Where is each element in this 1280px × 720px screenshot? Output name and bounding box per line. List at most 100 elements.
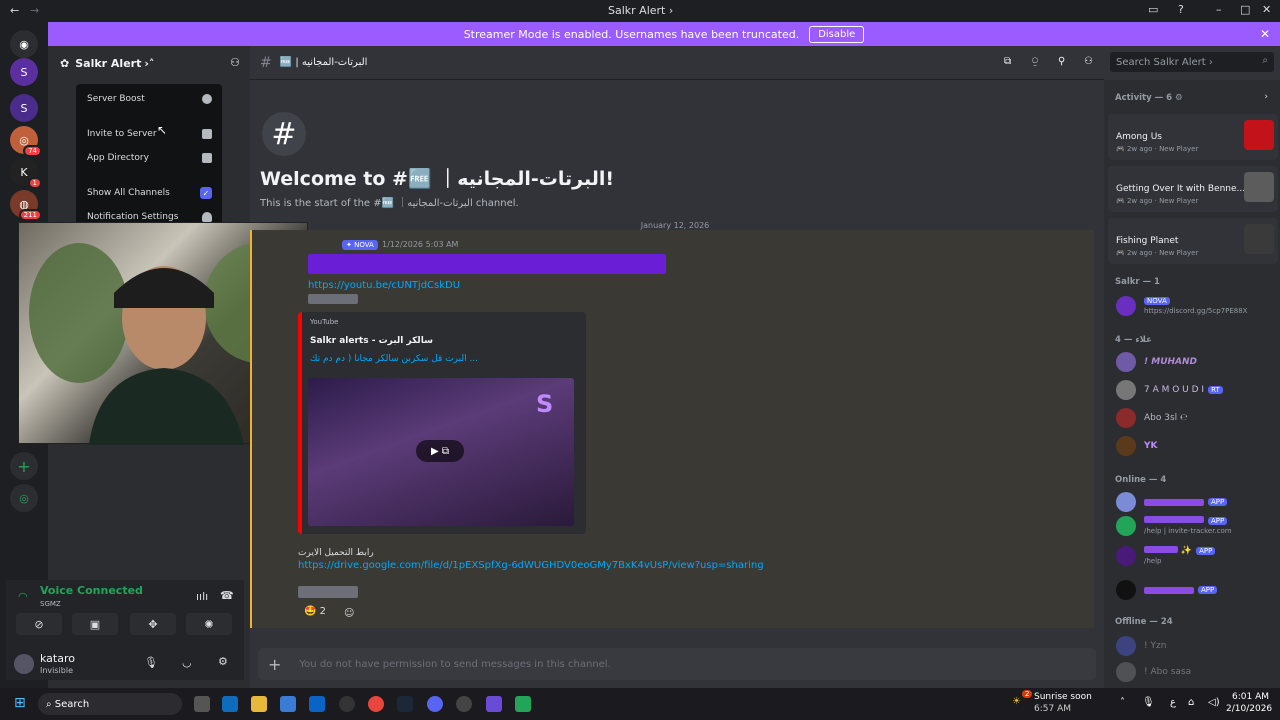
settings-gear-icon[interactable]: ⚙ bbox=[218, 655, 228, 668]
weather-title: Sunrise soon bbox=[1034, 692, 1092, 702]
channel-name: 🆓 | البرتات-المجانيه bbox=[279, 57, 368, 68]
chrome-icon[interactable] bbox=[368, 696, 384, 712]
maximize-icon[interactable]: □ bbox=[1240, 3, 1250, 16]
camera-off-button[interactable]: ⊘ bbox=[16, 613, 62, 635]
disable-button[interactable]: Disable bbox=[809, 25, 865, 43]
search-input[interactable]: Search Salkr Alert › ⌕ bbox=[1110, 52, 1274, 72]
mute-bell-icon[interactable]: ⍜ bbox=[1032, 56, 1038, 67]
spoiler-block[interactable] bbox=[308, 294, 358, 304]
taskbar-search-label: Search bbox=[54, 698, 90, 710]
threads-icon[interactable]: ⧉ bbox=[1004, 56, 1011, 67]
app-badge: APP bbox=[1208, 517, 1228, 525]
message-composer[interactable]: + You do not have permission to send mes… bbox=[258, 648, 1096, 680]
volume-icon[interactable]: ◁) bbox=[1208, 697, 1220, 708]
microphone-icon[interactable]: 🎙 bbox=[144, 656, 158, 669]
mail-icon[interactable] bbox=[309, 696, 325, 712]
member-item[interactable]: APP bbox=[1116, 580, 1218, 600]
drive-link[interactable]: https://drive.google.com/file/d/1pEXSpfX… bbox=[298, 560, 764, 571]
attach-plus-icon[interactable]: + bbox=[268, 655, 281, 674]
server-icon-salkr[interactable]: S bbox=[10, 94, 38, 122]
task-view-icon[interactable] bbox=[194, 696, 210, 712]
app-icon-green[interactable] bbox=[515, 696, 531, 712]
embed-title[interactable]: البرت قل سكربن سالكر مجانا ( دم دم تك ..… bbox=[310, 354, 478, 364]
youtube-link[interactable]: https://youtu.be/cUNTjdCskDU bbox=[308, 280, 460, 291]
activities-button[interactable]: ✥ bbox=[130, 613, 176, 635]
member-item[interactable]: NOVA https://discord.gg/5cp7PE88X bbox=[1116, 296, 1247, 316]
member-item[interactable]: APP/help | invite-tracker.com bbox=[1116, 516, 1232, 536]
activity-card[interactable]: Fishing Planet 🎮 2w ago · New Player bbox=[1108, 218, 1278, 264]
weather-icon[interactable]: ☀ bbox=[1012, 696, 1021, 707]
mic-tray-icon[interactable]: 🎙 bbox=[1142, 697, 1155, 708]
activity-card[interactable]: Getting Over It with Benne... 🎮 2w ago ·… bbox=[1108, 166, 1278, 212]
discord-home-icon[interactable]: ◉ bbox=[10, 30, 38, 58]
soundboard-icon[interactable]: ıılı bbox=[196, 590, 208, 603]
member-item[interactable]: ✨ APP/help bbox=[1116, 546, 1216, 566]
discover-icon[interactable]: ◎ bbox=[10, 484, 38, 512]
add-member-icon[interactable]: ⚇ bbox=[230, 56, 240, 69]
back-arrow-icon[interactable]: ← bbox=[10, 4, 19, 17]
disconnect-icon[interactable]: ☎ bbox=[220, 589, 234, 602]
embed-author[interactable]: Salkr alerts - سالكر البرت bbox=[310, 336, 433, 346]
play-button[interactable]: ▶ ⧉ bbox=[416, 440, 464, 462]
member-item[interactable]: ! Abo sasa bbox=[1116, 662, 1191, 682]
clock-date[interactable]: 2/10/2026 bbox=[1226, 704, 1272, 714]
close-window-icon[interactable]: ✕ bbox=[1262, 3, 1271, 16]
member-item[interactable]: APP bbox=[1116, 492, 1228, 512]
voice-status: Voice Connected bbox=[40, 584, 143, 597]
steam-icon[interactable] bbox=[397, 696, 413, 712]
member-item[interactable]: 7 A M O U D I RT bbox=[1116, 380, 1223, 400]
windows-start-icon[interactable]: ⊞ bbox=[14, 695, 26, 711]
signal-icon: ◠ bbox=[18, 590, 28, 603]
chevron-right-icon[interactable]: › bbox=[1264, 92, 1268, 102]
user-avatar[interactable] bbox=[14, 654, 34, 674]
member-list-icon[interactable]: ⚇ bbox=[1084, 56, 1093, 67]
soundboard-button[interactable]: ✺ bbox=[186, 613, 232, 635]
spoiler-block[interactable] bbox=[298, 586, 358, 598]
edge-icon[interactable] bbox=[222, 696, 238, 712]
welcome-hash-icon: # bbox=[262, 112, 306, 156]
member-item[interactable]: ! MUHAND bbox=[1116, 352, 1197, 372]
pin-icon[interactable]: ⚲ bbox=[1058, 56, 1065, 67]
add-reaction-icon[interactable]: ☺ bbox=[344, 608, 354, 619]
member-item[interactable]: ! Yzn bbox=[1116, 636, 1166, 656]
member-item[interactable]: Abo 3sl ℮ bbox=[1116, 408, 1188, 428]
menu-item-invite[interactable]: Invite to Server bbox=[87, 125, 212, 143]
headphones-icon[interactable]: ◡ bbox=[182, 656, 192, 669]
store-icon[interactable] bbox=[280, 696, 296, 712]
tray-chevron-icon[interactable]: ˄ bbox=[1120, 697, 1125, 708]
voice-channel[interactable]: SGMZ bbox=[40, 600, 61, 608]
server-icon-3[interactable]: K1 bbox=[10, 158, 42, 189]
menu-item-show-all-channels[interactable]: Show All Channels ✓ bbox=[87, 184, 212, 202]
checkbox-checked-icon[interactable]: ✓ bbox=[200, 187, 212, 199]
screen-share-button[interactable]: ▣ bbox=[72, 613, 118, 635]
add-server-icon[interactable]: + bbox=[10, 452, 38, 480]
username[interactable]: kataro bbox=[40, 652, 75, 665]
discord-taskbar-icon[interactable] bbox=[427, 696, 443, 712]
language-indicator[interactable]: ع bbox=[1170, 697, 1176, 708]
forward-arrow-icon[interactable]: → bbox=[30, 4, 39, 17]
minimize-icon[interactable]: – bbox=[1216, 3, 1222, 16]
close-banner-icon[interactable]: ✕ bbox=[1260, 27, 1270, 41]
help-icon[interactable]: ? bbox=[1178, 3, 1184, 16]
banner-image[interactable] bbox=[308, 254, 666, 274]
menu-item-app-directory[interactable]: App Directory bbox=[87, 149, 212, 167]
clock-time[interactable]: 6:01 AM bbox=[1232, 692, 1269, 702]
server-icon-s[interactable]: S bbox=[10, 58, 38, 86]
settings-icon[interactable] bbox=[339, 696, 355, 712]
banner-text: Streamer Mode is enabled. Usernames have… bbox=[463, 27, 800, 41]
server-header[interactable]: ✿ Salkr Alert ›˄ ⚇ bbox=[48, 46, 250, 80]
server-icon-4[interactable]: ◍ 211 bbox=[10, 190, 42, 221]
reaction-button[interactable]: 🤩 2 bbox=[304, 606, 326, 617]
member-name: ! Yzn bbox=[1144, 641, 1167, 651]
activity-card[interactable]: Among Us 🎮 2w ago · New Player bbox=[1108, 114, 1278, 160]
menu-item-server-boost[interactable]: Server Boost bbox=[87, 90, 212, 108]
game-controller-icon[interactable] bbox=[486, 696, 502, 712]
network-icon[interactable]: ⌂ bbox=[1188, 697, 1194, 708]
app-icon[interactable] bbox=[456, 696, 472, 712]
video-thumbnail[interactable]: S ▶ ⧉ bbox=[308, 378, 574, 526]
server-icon-2[interactable]: ◎ 74 bbox=[10, 126, 42, 157]
inbox-icon[interactable]: ▭ bbox=[1148, 3, 1158, 16]
taskbar-search[interactable]: ⌕ Search bbox=[38, 693, 182, 715]
file-explorer-icon[interactable] bbox=[251, 696, 267, 712]
member-item[interactable]: YK bbox=[1116, 436, 1158, 456]
